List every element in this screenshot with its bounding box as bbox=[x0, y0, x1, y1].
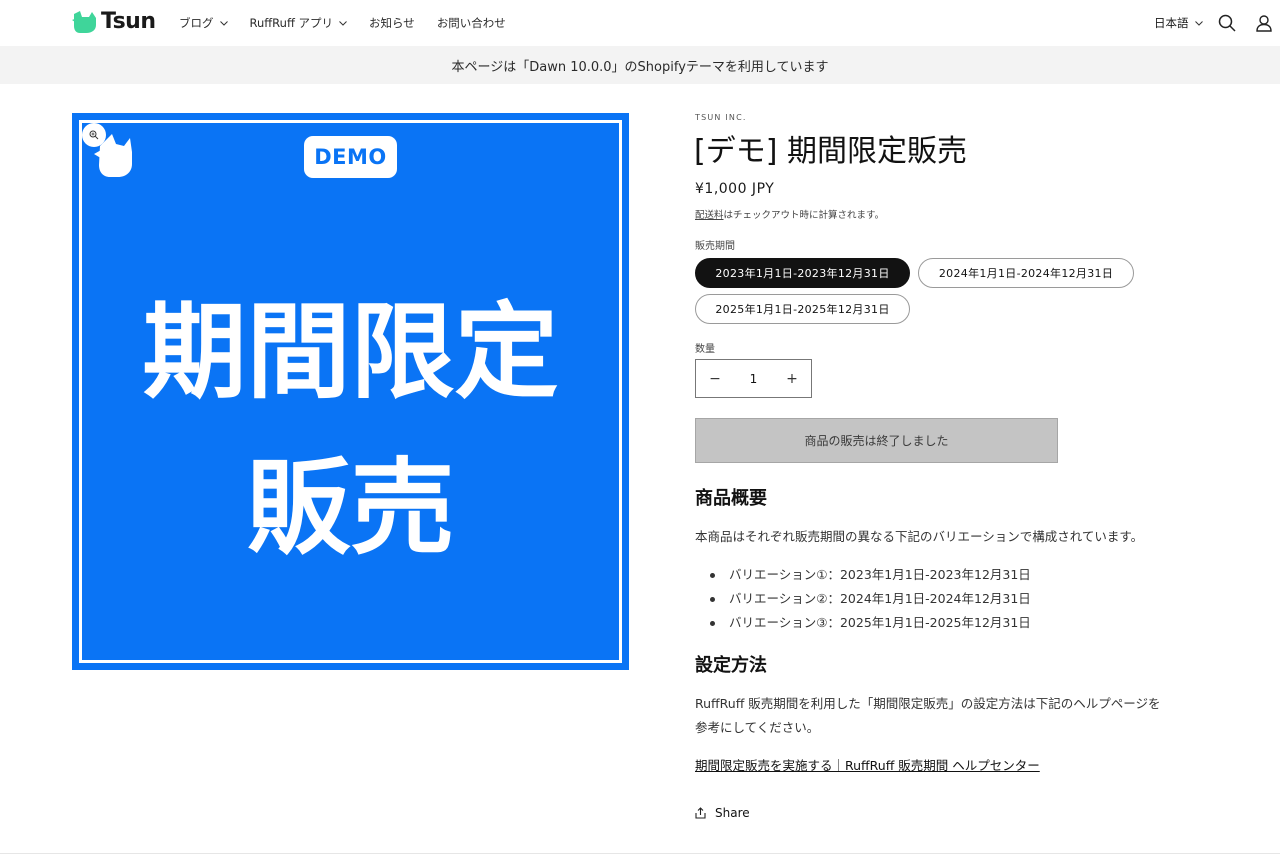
bullet-dot bbox=[710, 572, 715, 578]
share-label: Share bbox=[715, 806, 750, 820]
product-title: [デモ] 期間限定販売 bbox=[694, 134, 967, 169]
announcement-text: 本ページは「Dawn 10.0.0」のShopifyテーマを利用しています bbox=[451, 59, 829, 75]
chevron-down-icon bbox=[219, 20, 228, 26]
site-header: Tsun ブログ RuffRuff アプリ お知らせ お問い合わせ 日本語 bbox=[0, 0, 1280, 46]
image-headline-line2: 販売 bbox=[246, 447, 455, 569]
logo-text: Tsun bbox=[101, 9, 156, 34]
setup-text-line1: RuffRuff 販売期間を利用した「期間限定販売」の設定方法は下記のヘルプペー… bbox=[695, 696, 1161, 711]
share-button[interactable]: Share bbox=[695, 806, 750, 820]
option-pill-2025[interactable]: 2025年1月1日-2025年12月31日 bbox=[695, 294, 910, 324]
nav-item-ruffruff-apps[interactable]: RuffRuff アプリ bbox=[250, 15, 348, 31]
list-item: バリエーション①：2023年1月1日-2023年12月31日 bbox=[710, 563, 1031, 587]
dog-logo-mark bbox=[94, 132, 134, 182]
description-heading: 商品概要 bbox=[695, 488, 767, 509]
option-label: 販売期間 bbox=[695, 241, 735, 252]
list-item-text: バリエーション③：2025年1月1日-2025年12月31日 bbox=[729, 615, 1031, 630]
account-button[interactable] bbox=[1253, 12, 1275, 34]
nav-item-contact[interactable]: お問い合わせ bbox=[437, 15, 506, 31]
variation-list: バリエーション①：2023年1月1日-2023年12月31日 バリエーション②：… bbox=[710, 563, 1031, 635]
nav-item-label: RuffRuff アプリ bbox=[249, 16, 334, 30]
shipping-link[interactable]: 配送料 bbox=[695, 210, 724, 221]
chevron-down-icon bbox=[339, 20, 347, 26]
list-item-text: バリエーション②：2024年1月1日-2024年12月31日 bbox=[729, 591, 1031, 606]
product-price: ¥1,000 JPY bbox=[695, 181, 775, 197]
dog-logo-icon bbox=[94, 134, 132, 177]
bottom-divider bbox=[0, 853, 1280, 854]
nav-item-label: ブログ bbox=[179, 16, 214, 30]
nav-item-news[interactable]: お知らせ bbox=[369, 15, 415, 31]
option-pill-2023[interactable]: 2023年1月1日-2023年12月31日 bbox=[695, 258, 910, 288]
shipping-note: 配送料はチェックアウト時に計算されます。 bbox=[695, 207, 884, 221]
list-item-text: バリエーション①：2023年1月1日-2023年12月31日 bbox=[729, 567, 1031, 582]
bullet-dot bbox=[710, 620, 715, 626]
description-intro: 本商品はそれぞれ販売期間の異なる下記のバリエーションで構成されています。 bbox=[695, 529, 1144, 544]
shipping-note-text: はチェックアウト時に計算されます。 bbox=[723, 210, 885, 221]
help-center-link[interactable]: 期間限定販売を実施する｜RuffRuff 販売期間 ヘルプセンター bbox=[695, 755, 1040, 774]
product-vendor: TSUN INC. bbox=[695, 113, 747, 122]
option-pill-2024[interactable]: 2024年1月1日-2024年12月31日 bbox=[918, 258, 1134, 288]
search-button[interactable] bbox=[1216, 12, 1238, 34]
option-pill-label: 2025年1月1日-2025年12月31日 bbox=[715, 303, 890, 316]
option-pill-label: 2024年1月1日-2024年12月31日 bbox=[938, 267, 1114, 280]
quantity-stepper: − 1 + bbox=[695, 359, 812, 398]
language-selector[interactable]: 日本語 bbox=[1154, 0, 1203, 46]
option-pill-label: 2023年1月1日-2023年12月31日 bbox=[715, 267, 890, 280]
quantity-input[interactable]: 1 bbox=[734, 372, 773, 386]
site-logo[interactable]: Tsun bbox=[72, 9, 156, 34]
quantity-label: 数量 bbox=[695, 344, 715, 355]
main-nav: ブログ RuffRuff アプリ お知らせ お問い合わせ bbox=[179, 0, 528, 46]
list-item: バリエーション③：2025年1月1日-2025年12月31日 bbox=[710, 611, 1031, 635]
setup-heading: 設定方法 bbox=[695, 655, 767, 676]
share-icon bbox=[695, 807, 706, 819]
quantity-plus-button[interactable]: + bbox=[773, 360, 811, 397]
image-headline-line1: 期間限定 bbox=[142, 291, 559, 413]
nav-item-blog[interactable]: ブログ bbox=[179, 15, 228, 31]
search-icon bbox=[1218, 14, 1236, 32]
language-label: 日本語 bbox=[1154, 16, 1189, 30]
soldout-button[interactable]: 商品の販売は終了しました bbox=[695, 418, 1058, 463]
dog-logo-icon bbox=[72, 10, 96, 33]
chevron-down-icon bbox=[1194, 20, 1203, 26]
demo-badge: DEMO bbox=[304, 136, 397, 178]
bullet-dot bbox=[710, 596, 715, 602]
account-icon bbox=[1256, 15, 1272, 32]
soldout-label: 商品の販売は終了しました bbox=[804, 434, 949, 448]
nav-item-label: お知らせ bbox=[369, 16, 415, 30]
setup-text-line2: 参考にしてください。 bbox=[695, 720, 820, 735]
announcement-bar: 本ページは「Dawn 10.0.0」のShopifyテーマを利用しています bbox=[0, 46, 1280, 84]
list-item: バリエーション②：2024年1月1日-2024年12月31日 bbox=[710, 587, 1031, 611]
nav-item-label: お問い合わせ bbox=[436, 16, 506, 30]
quantity-minus-button[interactable]: − bbox=[696, 360, 734, 397]
